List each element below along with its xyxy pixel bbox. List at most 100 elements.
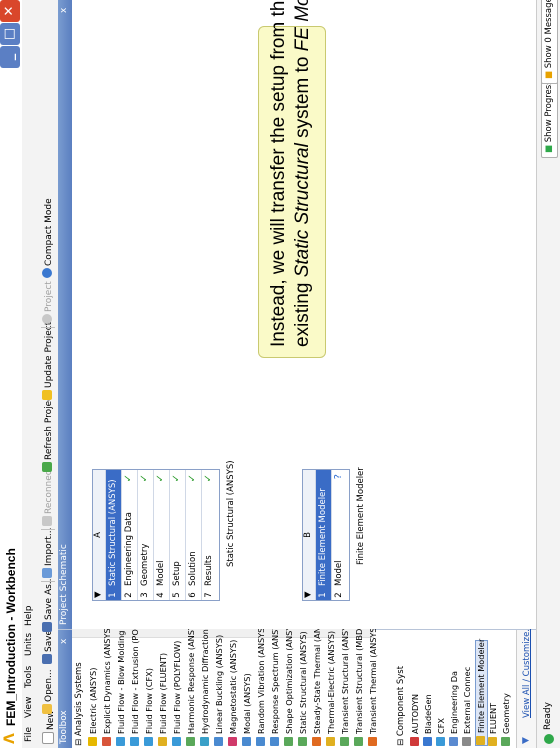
system-a-block[interactable]: ▼ A 1 Static Structural (ANSYS) 2 Engineerin… — [92, 469, 220, 601]
view-all-customize-link[interactable]: View All / Customize... — [522, 624, 532, 718]
menu-view[interactable]: View — [24, 697, 34, 718]
menu-file[interactable]: File — [24, 727, 34, 742]
analysis-system-item[interactable]: Transient Structural (MBD) — [354, 626, 365, 746]
analysis-system-item[interactable]: Response Spectrum (ANSYS) — [270, 616, 281, 746]
update-project-button[interactable]: Update Project — [42, 322, 54, 400]
component-system-icon — [449, 737, 458, 746]
analysis-systems-group[interactable]: ⊟ Analysis Systems — [74, 662, 84, 746]
analysis-system-item[interactable]: Fluid Flow (CFX) — [144, 668, 155, 746]
system-b-block[interactable]: ▼ B 1 Finite Element Modeler 2 Model? — [302, 469, 350, 601]
toolbox-close-button[interactable]: x — [59, 639, 69, 644]
component-system-item[interactable]: AUTODYN — [410, 694, 421, 746]
schematic-close-button[interactable]: x — [59, 8, 69, 13]
system-cell[interactable]: 3 Geometry ✓ — [137, 470, 154, 600]
close-window-button[interactable]: ✕ — [0, 0, 20, 22]
analysis-system-item[interactable]: Explicit Dynamics (ANSYS) — [102, 625, 113, 746]
system-cell[interactable]: 4 Model ✓ — [153, 470, 170, 600]
analysis-system-label: Shape Optimization (ANSYS) — [284, 617, 294, 734]
component-system-icon — [436, 737, 445, 746]
analysis-system-item[interactable]: Electric (ANSYS) — [88, 668, 99, 746]
back-arrow-icon — [42, 314, 52, 324]
import-icon — [42, 568, 52, 578]
analysis-system-item[interactable]: Fluid Flow (FLUENT) — [158, 653, 169, 746]
dropdown-icon[interactable]: ▼ — [303, 591, 313, 598]
maximize-button[interactable]: □ — [0, 23, 20, 45]
dropdown-icon[interactable]: ▼ — [93, 591, 103, 598]
cell-label: Finite Element Modeler — [318, 488, 328, 586]
import-button[interactable]: Import... — [42, 528, 54, 578]
toolbar-divider — [41, 581, 55, 582]
analysis-system-item[interactable]: Magnetostatic (ANSYS) — [228, 640, 239, 746]
analysis-system-label: Transient Thermal (ANSYS) — [368, 624, 378, 734]
menu-help[interactable]: Help — [24, 605, 34, 626]
system-b-caption[interactable]: Finite Element Modeler — [356, 467, 366, 565]
analysis-system-icon — [144, 737, 153, 746]
system-a-caption[interactable]: Static Structural (ANSYS) — [226, 460, 236, 567]
analysis-system-icon — [242, 737, 251, 746]
filter-icon[interactable]: ▼ — [521, 737, 531, 744]
analysis-system-item[interactable]: Steady-State Thermal (ANSYS) — [312, 609, 323, 746]
toolbar: New Open... Save Save As... Import... Re… — [38, 0, 59, 748]
show-messages-button[interactable]: ■ Show 0 Messages — [541, 0, 558, 84]
system-a-column-header: ▼ A — [93, 470, 105, 600]
analysis-system-icon — [130, 737, 139, 746]
cell-label: Solution — [188, 551, 198, 586]
analysis-system-item[interactable]: Shape Optimization (ANSYS) — [284, 617, 295, 746]
compact-mode-button[interactable]: Compact Mode — [42, 198, 54, 278]
analysis-system-item[interactable]: Linear Buckling (ANSYS) — [214, 635, 225, 746]
analysis-system-item[interactable]: Static Structural (ANSYS) — [298, 631, 309, 746]
open-button[interactable]: Open... — [42, 669, 54, 714]
new-file-icon — [42, 732, 54, 744]
show-progress-button[interactable]: ■ Show Progress — [541, 75, 558, 158]
analysis-system-item[interactable]: Fluid Flow (POLYFLOW) — [172, 641, 183, 746]
component-system-item[interactable]: Engineering Da — [449, 671, 460, 746]
menu-bar: File View Tools Units Help — [22, 0, 38, 748]
instruction-callout: Instead, we will transfer the setup from… — [258, 0, 326, 358]
system-cell[interactable]: 2 Engineering Data ✓ — [121, 470, 138, 600]
analysis-system-item[interactable]: Transient Structural (ANSYS) — [340, 617, 351, 746]
analysis-system-item[interactable]: Transient Thermal (ANSYS) — [368, 624, 379, 746]
new-button[interactable]: New — [42, 710, 56, 744]
project-button[interactable]: Project — [42, 281, 54, 324]
refresh-project-button[interactable]: Refresh Project — [42, 392, 54, 472]
analysis-system-label: Explicit Dynamics (ANSYS) — [102, 625, 112, 734]
component-systems-group[interactable]: ⊟ Component Syst — [396, 666, 406, 746]
toolbar-divider — [41, 327, 55, 328]
menu-tools[interactable]: Tools — [24, 666, 34, 688]
component-system-item[interactable]: FLUENT — [488, 703, 499, 746]
progress-icon: ■ — [544, 142, 554, 153]
menu-units[interactable]: Units — [24, 633, 34, 656]
system-cell[interactable]: 5 Setup ✓ — [169, 470, 186, 600]
system-title-cell[interactable]: 1 Finite Element Modeler — [315, 470, 332, 600]
row-number: 5 — [172, 592, 182, 598]
component-system-item[interactable]: Finite Element Modeler — [475, 639, 488, 746]
reconnect-button[interactable]: Reconnect — [42, 467, 54, 526]
row-number: 2 — [124, 592, 134, 598]
system-cell[interactable]: 7 Results ✓ — [201, 470, 218, 600]
analysis-system-icon — [354, 737, 363, 746]
analysis-system-label: Response Spectrum (ANSYS) — [270, 616, 280, 734]
system-cell[interactable]: 6 Solution ✓ — [185, 470, 202, 600]
analysis-system-icon — [256, 737, 265, 746]
system-b-column-header: ▼ B — [303, 470, 315, 600]
schematic-header: Project Schematic x — [58, 0, 72, 629]
cell-label: Model — [334, 560, 344, 586]
analysis-system-item[interactable]: Modal (ANSYS) — [242, 673, 253, 746]
system-cell[interactable]: 2 Model? — [331, 470, 348, 600]
component-system-item[interactable]: BladeGen — [423, 694, 434, 746]
component-system-item[interactable]: CFX — [436, 718, 447, 746]
minimize-button[interactable]: _ — [0, 46, 20, 68]
analysis-system-label: Transient Structural (ANSYS) — [340, 617, 350, 734]
component-system-item[interactable]: External Connec — [462, 667, 473, 746]
component-system-item[interactable]: Geometry — [501, 693, 512, 746]
analysis-system-icon — [102, 737, 111, 746]
analysis-system-item[interactable]: Harmonic Response (ANSYS) — [186, 617, 197, 746]
analysis-system-item[interactable]: Random Vibration (ANSYS) — [256, 624, 267, 746]
row-number: 1 — [318, 592, 328, 598]
check-icon: ✓ — [187, 474, 198, 483]
system-title-cell[interactable]: 1 Static Structural (ANSYS) — [105, 470, 122, 600]
analysis-system-label: Fluid Flow (FLUENT) — [158, 652, 168, 734]
save-as-button[interactable]: Save As... — [42, 576, 54, 632]
analysis-system-item[interactable]: Thermal-Electric (ANSYS) — [326, 631, 337, 746]
save-button[interactable]: Save — [42, 630, 54, 664]
